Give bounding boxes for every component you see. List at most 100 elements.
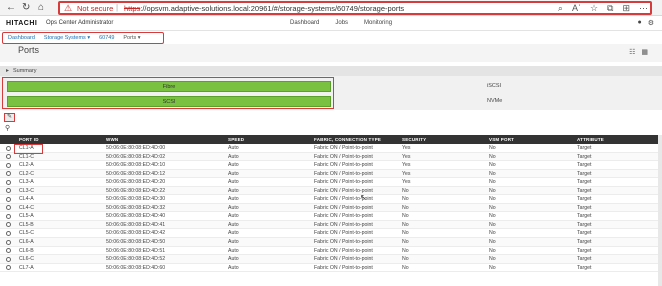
refresh-icon[interactable]: ↻ <box>22 2 30 14</box>
url-text[interactable]: https://opsvm.adaptive-solutions.local:2… <box>124 4 404 13</box>
col-speed[interactable]: SPEED <box>228 137 244 142</box>
user-icon[interactable]: ● <box>637 19 641 27</box>
edit-button[interactable]: ✎ <box>4 113 15 122</box>
breadcrumb-dashboard[interactable]: Dashboard <box>8 35 35 41</box>
cell-fabric: Fabric ON / Point-to-point <box>314 256 373 263</box>
cell-wwn: 50:06:0E:80:08:ED:4D:22 <box>106 187 166 194</box>
table-row[interactable]: CL2-C 50:06:0E:80:08:ED:4D:12 Auto Fabric O… <box>0 169 662 179</box>
top-nav: Dashboard Jobs Monitoring <box>290 20 392 26</box>
cell-speed: Auto <box>228 179 239 186</box>
extensions-icon[interactable]: ⊞ <box>622 3 630 13</box>
cell-fabric: Fabric ON / Point-to-point <box>314 153 373 160</box>
cell-vsm-port: No <box>489 153 496 160</box>
cell-vsm-port: No <box>489 162 496 169</box>
cell-port-id: CL2-A <box>19 162 34 169</box>
nav-jobs[interactable]: Jobs <box>335 20 348 26</box>
cell-security: No <box>402 213 409 220</box>
cell-security: No <box>402 230 409 237</box>
table-row[interactable]: CL5-C 50:06:0E:80:08:ED:4D:42 Auto Fabric O… <box>0 229 662 239</box>
separator: | <box>116 3 119 12</box>
scrollbar[interactable] <box>658 135 662 286</box>
cell-vsm-port: No <box>489 204 496 211</box>
col-attribute[interactable]: ATTRIBUTE <box>577 137 604 142</box>
table-row[interactable]: CL1-C 50:06:0E:80:08:ED:4D:02 Auto Fabric O… <box>0 152 662 162</box>
scsi-bar[interactable]: SCSI <box>7 96 331 107</box>
table-row[interactable]: CL2-A 50:06:0E:80:08:ED:4D:10 Auto Fabric O… <box>0 161 662 170</box>
breadcrumb-storage-systems[interactable]: Storage Systems ▾ <box>44 35 90 41</box>
col-fabric[interactable]: FABRIC, CONNECTION TYPE <box>314 137 381 142</box>
cell-fabric: Fabric ON / Point-to-point <box>314 204 373 211</box>
row-radio-button[interactable] <box>6 205 11 211</box>
cell-vsm-port: No <box>489 256 496 263</box>
row-radio-button[interactable] <box>6 248 11 254</box>
row-radio-button[interactable] <box>6 213 11 219</box>
cell-security: No <box>402 256 409 263</box>
cell-security: Yes <box>402 153 411 160</box>
row-radio-button[interactable] <box>6 145 11 151</box>
read-aloud-icon[interactable]: Aʾ <box>572 3 581 13</box>
cell-port-id: CL5-B <box>19 221 34 228</box>
row-radio-button[interactable] <box>6 196 11 202</box>
table-row[interactable]: CL7-A 50:06:0E:80:08:ED:4D:60 Auto Fabric O… <box>0 264 662 273</box>
row-radio-button[interactable] <box>6 179 11 185</box>
table-row[interactable]: CL5-B 50:06:0E:80:08:ED:4D:41 Auto Fabric O… <box>0 220 662 230</box>
nav-monitoring[interactable]: Monitoring <box>364 20 392 26</box>
col-vsm-port[interactable]: VSM PORT <box>489 137 514 142</box>
back-icon[interactable]: ← <box>6 2 16 14</box>
more-icon[interactable]: ⋯ <box>639 3 648 13</box>
table-row[interactable]: CL6-A 50:06:0E:80:08:ED:4D:50 Auto Fabric O… <box>0 238 662 247</box>
cell-speed: Auto <box>228 170 239 177</box>
cell-fabric: Fabric ON / Point-to-point <box>314 213 373 220</box>
row-radio-button[interactable] <box>6 256 11 262</box>
cell-attribute: Target <box>577 247 592 254</box>
collections-icon[interactable]: ⧉ <box>607 3 613 13</box>
cell-vsm-port: No <box>489 264 496 271</box>
row-radio-button[interactable] <box>6 162 11 168</box>
cell-speed: Auto <box>228 264 239 271</box>
search-icon[interactable]: ⚲ <box>5 124 10 132</box>
page-title: Ports <box>18 45 40 55</box>
cell-port-id: CL5-C <box>19 230 34 237</box>
cell-attribute: Target <box>577 264 592 271</box>
cell-speed: Auto <box>228 204 239 211</box>
row-radio-button[interactable] <box>6 230 11 236</box>
cell-attribute: Target <box>577 221 592 228</box>
cell-security: No <box>402 221 409 228</box>
row-radio-button[interactable] <box>6 171 11 177</box>
favorite-star-icon[interactable]: ☆ <box>590 3 598 13</box>
col-wwn[interactable]: WWN <box>106 137 118 142</box>
col-port-id[interactable]: PORT ID <box>19 137 39 142</box>
row-radio-button[interactable] <box>6 265 11 271</box>
home-icon[interactable]: ⌂ <box>38 2 44 14</box>
breadcrumb-ports[interactable]: Ports ▾ <box>123 35 140 41</box>
cell-wwn: 50:06:0E:80:08:ED:4D:42 <box>106 230 166 237</box>
cell-vsm-port: No <box>489 179 496 186</box>
topology-icon[interactable]: ☷ <box>629 48 635 56</box>
row-radio-button[interactable] <box>6 188 11 194</box>
row-radio-button[interactable] <box>6 154 11 160</box>
table-row[interactable]: CL3-A 50:06:0E:80:08:ED:4D:20 Auto Fabric O… <box>0 178 662 187</box>
row-radio-button[interactable] <box>6 222 11 228</box>
table-row[interactable]: CL6-C 50:06:0E:80:08:ED:4D:52 Auto Fabric O… <box>0 255 662 264</box>
row-radio-button[interactable] <box>6 239 11 245</box>
col-security[interactable]: SECURITY <box>402 137 426 142</box>
table-row[interactable]: CL5-A 50:06:0E:80:08:ED:4D:40 Auto Fabric O… <box>0 212 662 221</box>
table-row[interactable]: CL6-B 50:06:0E:80:08:ED:4D:51 Auto Fabric O… <box>0 247 662 256</box>
fibre-bar[interactable]: Fibre <box>7 81 331 92</box>
settings-gear-icon[interactable]: ⚙ <box>648 19 654 27</box>
table-row[interactable]: CL4-A 50:06:0E:80:08:ED:4D:30 Auto Fabric O… <box>0 195 662 204</box>
expand-triangle-icon[interactable]: ▸ <box>6 67 9 74</box>
table-row[interactable]: CL1-A 50:06:0E:80:08:ED:4D:00 Auto Fabric O… <box>0 144 662 153</box>
grid-icon[interactable]: ▦ <box>641 48 648 56</box>
cell-wwn: 50:06:0E:80:08:ED:4D:32 <box>106 204 166 211</box>
breadcrumb-system-id[interactable]: 60749 <box>99 35 114 41</box>
cell-port-id: CL5-A <box>19 213 34 220</box>
cell-vsm-port: No <box>489 239 496 246</box>
cell-attribute: Target <box>577 179 592 186</box>
table-row[interactable]: CL3-C 50:06:0E:80:08:ED:4D:22 Auto Fabric O… <box>0 186 662 196</box>
cell-wwn: 50:06:0E:80:08:ED:4D:52 <box>106 256 166 263</box>
zoom-icon[interactable]: ⌕ <box>558 3 563 13</box>
nav-dashboard[interactable]: Dashboard <box>290 20 319 26</box>
table-row[interactable]: CL4-C 50:06:0E:80:08:ED:4D:32 Auto Fabric O… <box>0 203 662 213</box>
summary-header[interactable]: ▸ Summary <box>0 66 662 76</box>
